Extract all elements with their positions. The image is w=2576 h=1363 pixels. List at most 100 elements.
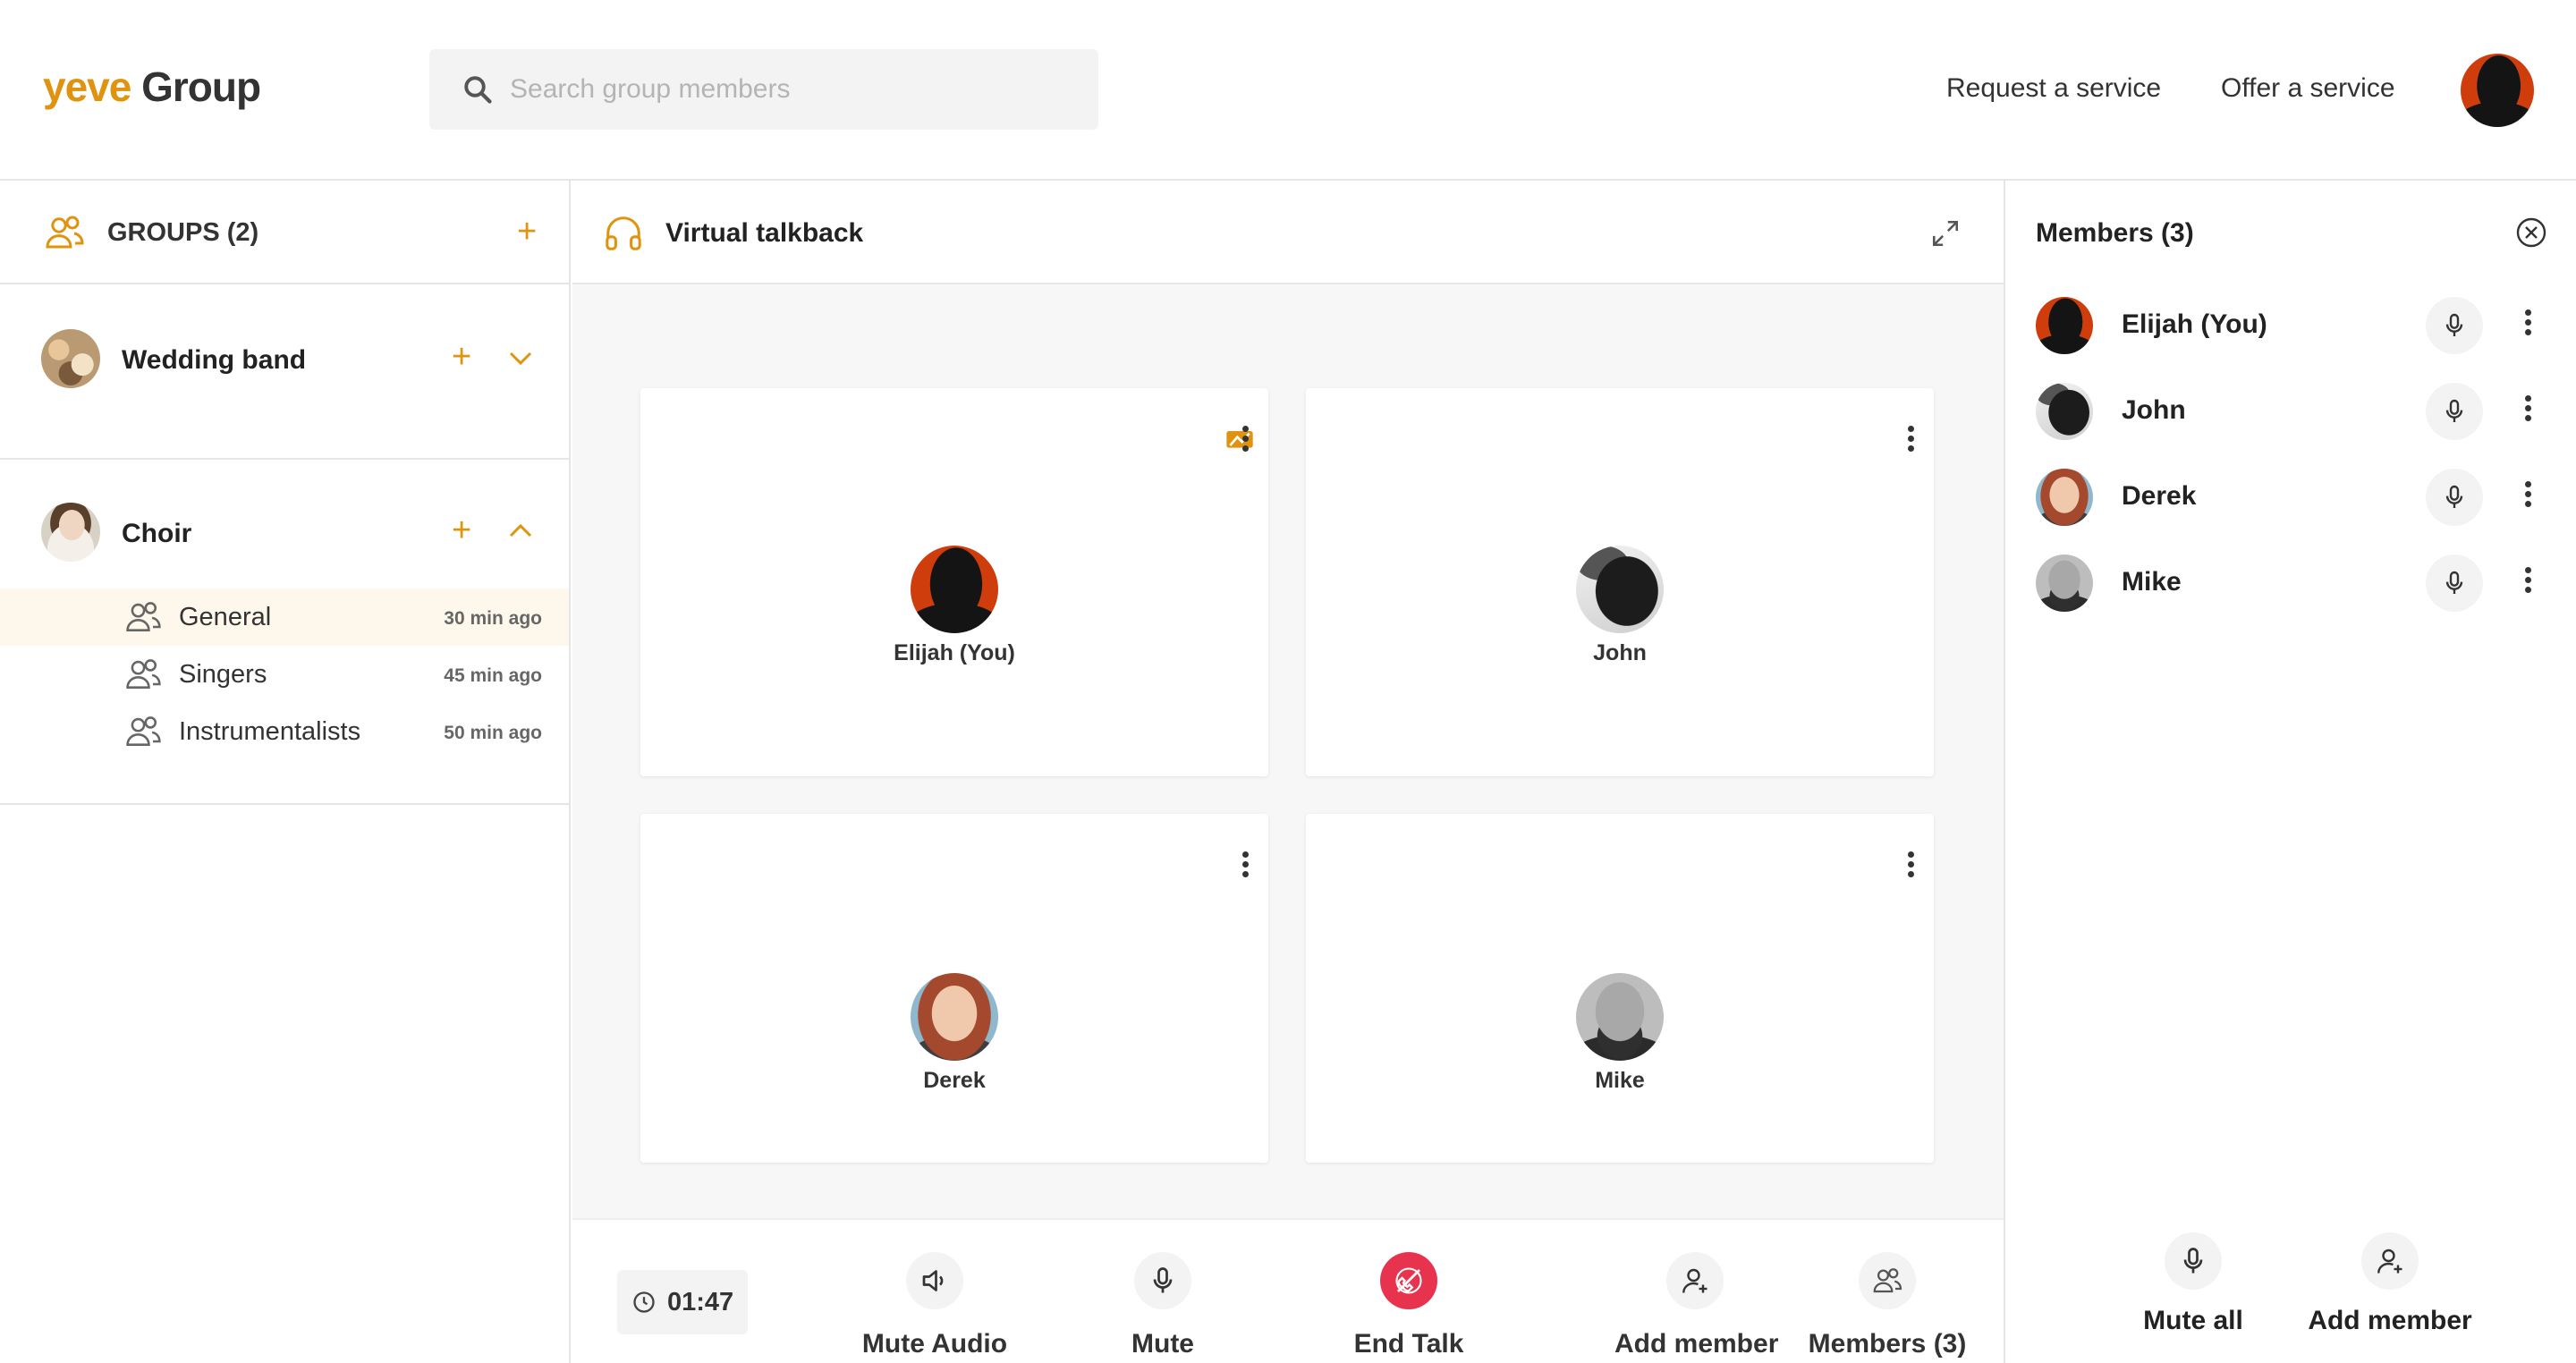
members-icon-button <box>1859 1252 1916 1309</box>
headphones-icon <box>606 216 641 250</box>
groups-header: GROUPS (2) + <box>0 181 569 284</box>
subgroup-general[interactable]: General 30 min ago <box>0 588 569 646</box>
speaker-icon-button <box>906 1252 963 1309</box>
microphone-icon <box>1153 1267 1173 1293</box>
add-subgroup-button[interactable]: + <box>452 340 471 374</box>
expand-icon[interactable] <box>1930 218 1961 249</box>
member-row[interactable]: John <box>2005 368 2576 454</box>
mic-icon-button <box>1134 1252 1191 1309</box>
participant-name: John <box>1593 640 1647 665</box>
subgroup-instrumentalists[interactable]: Instrumentalists 50 min ago <box>0 703 569 760</box>
logo-brand: yeve <box>43 63 131 110</box>
participant-tile[interactable]: Elijah (You) <box>640 388 1268 776</box>
people-icon <box>126 659 161 689</box>
app-logo[interactable]: yeve Group <box>43 63 261 111</box>
members-button[interactable]: Members (3) <box>1802 1252 1972 1359</box>
control-label: Members (3) <box>1808 1329 1967 1359</box>
people-icon <box>1873 1268 1902 1293</box>
clock-icon <box>633 1291 655 1313</box>
end-talk-button[interactable]: End Talk <box>1351 1252 1467 1359</box>
member-mic-button[interactable] <box>2426 469 2483 526</box>
member-row[interactable]: Derek <box>2005 454 2576 540</box>
microphone-icon <box>2183 1248 2203 1274</box>
subgroup-label: General <box>179 603 272 631</box>
member-row[interactable]: Elijah (You) <box>2005 283 2576 368</box>
control-label: Mute <box>1131 1329 1194 1359</box>
member-mic-button[interactable] <box>2426 555 2483 612</box>
call-title: Virtual talkback <box>665 218 864 248</box>
members-panel: Members (3) Elijah (You) John Derek Mike… <box>2004 181 2576 1363</box>
mute-button[interactable]: Mute <box>1118 1252 1208 1359</box>
participant-name: Mike <box>1595 1068 1645 1093</box>
speaker-icon <box>922 1270 944 1291</box>
choir-avatar <box>41 503 100 562</box>
member-name: Elijah (You) <box>2122 309 2267 339</box>
participant-name: Elijah (You) <box>894 640 1015 665</box>
more-options-icon[interactable] <box>2522 567 2533 597</box>
top-header: yeve Group Request a service Offer a ser… <box>0 0 2576 181</box>
member-mic-button[interactable] <box>2426 297 2483 354</box>
more-options-icon[interactable] <box>1905 426 1916 454</box>
people-icon <box>126 716 161 746</box>
search-input[interactable] <box>510 49 1082 130</box>
members-title: Members (3) <box>2036 218 2194 248</box>
group-name[interactable]: Choir <box>122 519 191 549</box>
group-wedding-band: Wedding band + <box>0 284 569 460</box>
call-header: Virtual talkback <box>572 181 2004 284</box>
request-service-link[interactable]: Request a service <box>1946 73 2161 104</box>
search-icon <box>464 76 492 104</box>
add-user-icon-button <box>1666 1252 1724 1309</box>
member-mic-button[interactable] <box>2426 383 2483 440</box>
member-row[interactable]: Mike <box>2005 540 2576 626</box>
subgroup-time: 45 min ago <box>444 665 542 686</box>
people-icon <box>126 602 161 631</box>
action-label: Add member <box>2308 1306 2472 1335</box>
mute-all-icon-button <box>2165 1232 2222 1290</box>
call-timer: 01:47 <box>617 1270 748 1334</box>
groups-icon <box>46 216 84 249</box>
microphone-icon <box>2445 571 2463 594</box>
participant-tile[interactable]: Mike <box>1306 814 1934 1163</box>
group-choir: Choir + General 30 min ago Singers 45 mi… <box>0 460 569 805</box>
subgroup-time: 30 min ago <box>444 608 542 629</box>
groups-sidebar: GROUPS (2) + Wedding band + Choir + Gene… <box>0 181 571 1363</box>
timer-value: 01:47 <box>667 1288 734 1316</box>
member-avatar <box>2036 383 2093 440</box>
action-label: Mute all <box>2143 1306 2243 1335</box>
microphone-icon <box>2445 399 2463 422</box>
subgroup-time: 50 min ago <box>444 723 542 743</box>
participant-tile[interactable]: Derek <box>640 814 1268 1163</box>
add-member-button[interactable]: Add member <box>1614 1252 1778 1359</box>
member-avatar <box>2036 469 2093 526</box>
control-label: Mute Audio <box>861 1329 1008 1359</box>
search-bar <box>429 49 1098 130</box>
microphone-icon <box>2445 313 2463 336</box>
call-area: Virtual talkback Elijah (You) John Derek… <box>572 181 2004 1363</box>
chevron-down-icon[interactable] <box>508 351 533 367</box>
member-name: Derek <box>2122 481 2197 511</box>
more-options-icon[interactable] <box>1905 851 1916 880</box>
participant-name: Derek <box>923 1068 986 1093</box>
add-user-icon <box>1682 1268 1707 1293</box>
more-options-icon[interactable] <box>2522 481 2533 512</box>
end-talk-icon-button <box>1380 1252 1437 1309</box>
mute-audio-button[interactable]: Mute Audio <box>859 1252 1011 1359</box>
more-options-icon[interactable] <box>1240 851 1250 880</box>
subgroup-label: Instrumentalists <box>179 717 361 746</box>
participant-tile[interactable]: John <box>1306 388 1934 776</box>
more-options-icon[interactable] <box>2522 395 2533 426</box>
logo-suffix: Group <box>141 63 261 110</box>
add-subgroup-button[interactable]: + <box>452 513 471 547</box>
user-avatar[interactable] <box>2461 54 2534 127</box>
wedding-band-avatar <box>41 329 100 388</box>
group-name[interactable]: Wedding band <box>122 345 306 376</box>
add-group-button[interactable]: + <box>517 215 537 249</box>
more-options-icon[interactable] <box>1240 426 1250 454</box>
close-icon[interactable] <box>2515 216 2547 249</box>
offer-service-link[interactable]: Offer a service <box>2221 73 2395 104</box>
more-options-icon[interactable] <box>2522 309 2533 340</box>
add-user-icon <box>2377 1249 2402 1274</box>
subgroup-singers[interactable]: Singers 45 min ago <box>0 646 569 703</box>
chevron-up-icon[interactable] <box>508 522 533 538</box>
subgroup-label: Singers <box>179 660 267 689</box>
